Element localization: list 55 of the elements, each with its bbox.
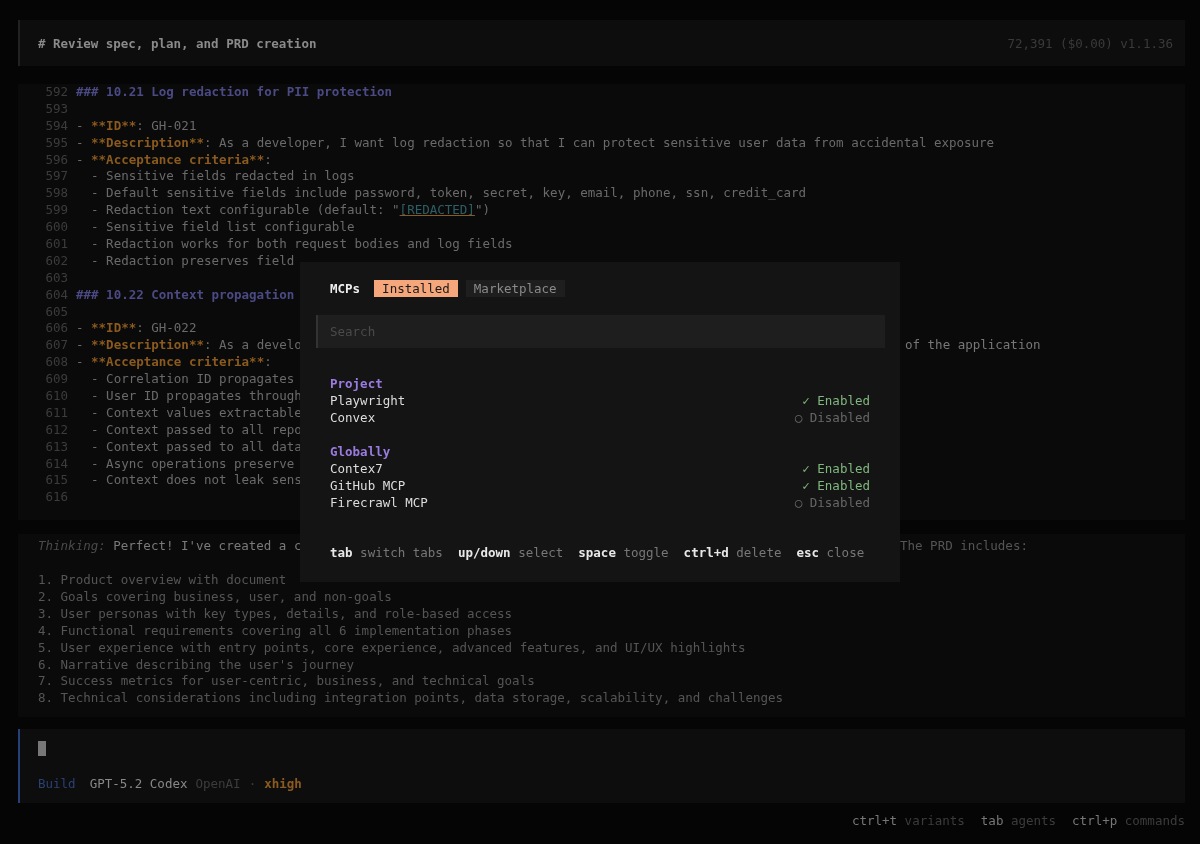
- code-line: - **Description**: As a developer, I want log redaction so that I can protect sensitive user data from accidental exposure: [76, 134, 995, 152]
- group-heading: Project: [330, 375, 384, 392]
- shortcut-hint: tab switch tabs: [330, 545, 443, 560]
- shortcut-hint: ctrl+d delete: [683, 545, 782, 560]
- mcp-name[interactable]: Contex7: [330, 460, 383, 477]
- code-line: - Correlation ID propagates: [90, 371, 295, 389]
- list-item: 1. Product overview with document: [38, 572, 288, 589]
- code-line: - Sensitive fields redacted in logs: [90, 168, 355, 186]
- mcp-name[interactable]: Playwright: [330, 392, 406, 409]
- list-item: 2. Goals covering business, user, and non-goals: [38, 588, 393, 606]
- code-line: - **ID**: GH-021: [76, 117, 197, 135]
- mcp-name[interactable]: Firecrawl MCP: [330, 494, 428, 511]
- code-line: - Default sensitive fields include password, token, secret, key, email, phone, ssn, credit_card: [90, 185, 806, 203]
- list-item: 4. Functional requirements covering all 6 implementation phases: [38, 622, 514, 640]
- code-line: - Redaction works for both request bodies and log fields: [90, 236, 513, 253]
- tab[interactable]: Marketplace: [465, 280, 565, 297]
- agent-label: Build: [38, 776, 76, 792]
- mcp-name[interactable]: GitHub MCP: [330, 477, 406, 494]
- thinking-text: The PRD includes:: [900, 538, 1028, 556]
- separator: ·: [248, 776, 257, 792]
- session-title: # Review spec, plan, and PRD creation: [38, 35, 317, 51]
- variant-label: xhigh: [264, 776, 302, 792]
- status-label[interactable]: ✓ Enabled: [802, 477, 870, 494]
- code-line: ### 10.22 Context propagation: [76, 286, 295, 304]
- code-line: of the application: [905, 337, 1041, 355]
- shortcut-hint: space toggle: [578, 545, 669, 560]
- list-item: 6. Narrative describing the user's journey: [38, 656, 356, 674]
- code-line: - **ID**: GH-022: [76, 320, 197, 338]
- code-line: - Redaction preserves field: [90, 252, 295, 270]
- list-item: 5. User experience with entry points, core experience, advanced features, and UI/UX highlights: [38, 639, 747, 657]
- code-line: - **Acceptance criteria**:: [76, 354, 272, 372]
- status-label[interactable]: ✓ Enabled: [802, 392, 870, 409]
- code-line: - **Description**: As a develo: [76, 337, 302, 355]
- list-item: 7. Success metrics for user-centric, business, and technical goals: [38, 673, 536, 691]
- tab[interactable]: Installed: [374, 280, 458, 297]
- model-name: GPT-5.2 Codex: [89, 776, 188, 792]
- mcp-name[interactable]: Convex: [330, 409, 376, 426]
- code-line: - Redaction text configurable (default: "[REDACTED]"): [90, 202, 490, 220]
- code-line: - Sensitive field list configurable: [90, 219, 355, 236]
- code-line: - Context values extractable: [90, 404, 302, 422]
- code-line: - Context passed to all repo: [90, 421, 302, 439]
- thinking-text: Thinking: Perfect! I've created a c: [38, 538, 302, 554]
- code-line: - Async operations preserve: [90, 455, 295, 473]
- code-line: - **Acceptance criteria**:: [76, 151, 272, 169]
- text-cursor: [38, 741, 46, 757]
- code-line: ### 10.21 Log redaction for PII protection: [76, 84, 393, 101]
- status-label[interactable]: ✓ Enabled: [802, 460, 870, 477]
- dialog-title: MCPs: [330, 281, 361, 296]
- shortcut-hint: up/down select: [457, 545, 564, 560]
- list-item: 8. Technical considerations including integration points, data storage, scalability, and challenges: [38, 690, 785, 708]
- shortcut-hint: esc close: [796, 545, 865, 560]
- list-item: 3. User personas with key types, details, and role-based access: [38, 605, 514, 623]
- group-heading: Globally: [330, 443, 392, 460]
- code-line: - Context does not leak sens: [90, 472, 302, 490]
- code-line: - User ID propagates through: [90, 388, 302, 405]
